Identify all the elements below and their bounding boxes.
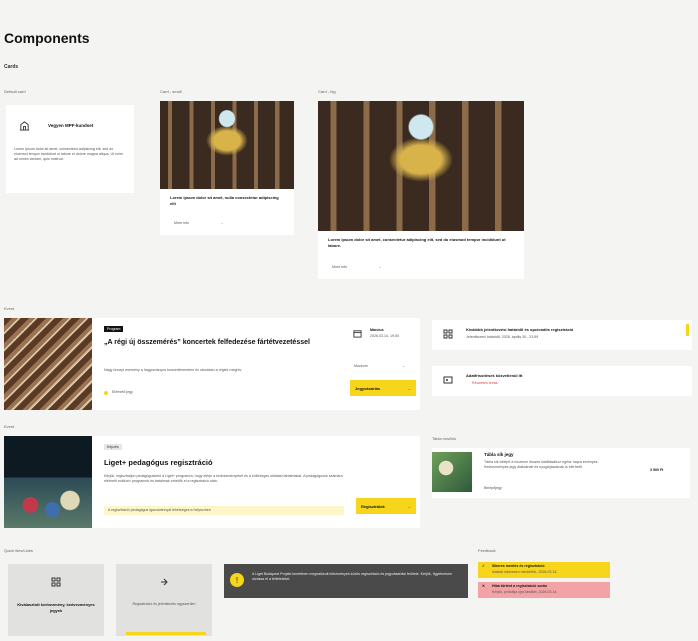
event2-tag: Képzés <box>104 444 122 450</box>
building-icon <box>18 119 30 131</box>
default-card-body: Lorem ipsum dolor sit amet, consectetur … <box>14 147 123 161</box>
row-link-price: 3 500 Ft <box>650 468 664 472</box>
section-quick: Quick tiles/Links <box>4 548 33 553</box>
image-icon <box>442 374 454 386</box>
event-date-label: Március <box>370 328 384 332</box>
arrow-right-icon[interactable]: → <box>378 265 382 270</box>
small-card-label: Card - small <box>160 89 182 94</box>
info-icon: ! <box>230 573 244 587</box>
page-title: Components <box>4 30 90 46</box>
small-card-more-link[interactable]: More info <box>174 221 189 226</box>
row-item-1[interactable]: Kiválóbb jelentkezési határidő és opcion… <box>432 320 692 350</box>
event2-desc: Kérjük, regisztráljon pedagógusként a Li… <box>104 474 343 483</box>
default-card-title: Vegyen MPF-kundset <box>48 123 94 128</box>
buy-ticket-button[interactable]: Jegyvásárlás → <box>350 380 416 396</box>
grid-icon <box>442 328 454 340</box>
arrow-right-icon[interactable]: → <box>220 221 224 226</box>
status-dot <box>104 391 108 395</box>
row-item-2[interactable]: Adatfrissítések közvetlenül itt Részlete… <box>432 366 692 396</box>
row-link-title[interactable]: Tábla sík jegy <box>484 452 514 457</box>
quick-tile-2-label: Regisztráció és jelentkezés egyszerűen <box>132 602 196 606</box>
error-message: ✕ Hiba történt a regisztráció során Kérj… <box>478 582 610 598</box>
default-card[interactable]: Vegyen MPF-kundset Lorem ipsum dolor sit… <box>6 105 134 193</box>
success-sub: Adatait sikeresen mentettük, 2026.03.14. <box>492 570 558 574</box>
arrow-right-icon: → <box>407 385 411 391</box>
row1-accent-marker <box>686 324 689 336</box>
architecture-image <box>4 318 92 410</box>
event-status: Elérhető jegy <box>112 390 133 394</box>
section-feedback: Feedback <box>478 548 496 553</box>
event-card-2[interactable]: Képzés Liget+ pedagógus regisztráció Kér… <box>4 436 420 528</box>
buy-ticket-label: Jegyvásárlás <box>355 385 381 391</box>
register-label: Regisztrálok <box>361 503 385 509</box>
big-card-label: Card - big <box>318 89 336 94</box>
big-card-more-link[interactable]: More info <box>332 265 347 270</box>
active-indicator <box>126 632 206 635</box>
event-venue: Múzeum <box>354 364 368 368</box>
event-desc: Nagy ünnepi esemény a hagyományos koncer… <box>104 368 242 372</box>
success-title: Sikeres mentés és regisztráció <box>492 564 545 568</box>
chevron-down-icon[interactable]: ⌄ <box>402 364 405 369</box>
row-link-meta: Belépőjegy <box>484 486 502 490</box>
row1-title: Kiválóbb jelentkezési határidő és opcion… <box>466 327 574 332</box>
info-banner: ! A Liget Budapest Projekt keretében meg… <box>224 564 468 598</box>
row2-sub[interactable]: Részletes leírás <box>472 381 498 386</box>
event-card-1[interactable]: Program „A régi új összemérés” koncertek… <box>4 318 420 410</box>
quick-tile-2[interactable]: Regisztráció és jelentkezés egyszerűen <box>116 564 212 636</box>
section-row-link: Tabla row/link <box>432 436 457 441</box>
row1-sub: Jelentkezési határidő: 2026. április 30.… <box>466 335 539 339</box>
row-link-card[interactable]: Tábla sík jegy Tábla sík belépő a múzeum… <box>432 448 690 498</box>
event-date-value: 2026.03.14, 19:00 <box>370 334 399 338</box>
section-event-2: Event <box>4 424 15 429</box>
event-title[interactable]: „A régi új összemérés” koncertek felfede… <box>104 338 324 347</box>
grid-icon <box>50 576 62 588</box>
arrow-right-icon: → <box>407 503 411 509</box>
event-tag: Program <box>104 326 124 332</box>
row-link-desc: Tábla sík belépő a múzeum összes kiállít… <box>484 460 599 469</box>
event2-note: A regisztráció pedagógus igazolvánnyal l… <box>104 506 344 515</box>
church-interior-image-large <box>318 101 524 231</box>
default-card-label: Default card <box>4 89 26 94</box>
row2-title: Adatfrissítések közvetlenül itt <box>466 373 523 378</box>
banner-text: A Liget Budapest Projekt keretében megva… <box>252 572 452 581</box>
product-thumbnail <box>432 452 472 492</box>
arrows-icon <box>158 576 170 588</box>
section-cards: Cards <box>4 64 19 70</box>
calendar-icon <box>352 328 362 338</box>
workshop-image <box>4 436 92 528</box>
error-icon: ✕ <box>482 584 486 588</box>
section-event: Event <box>4 306 15 311</box>
small-card[interactable]: Lorem ipsum dolor sit amet, nulla consec… <box>160 101 294 235</box>
error-sub: Kérjük, próbálja újra később, 2026.03.14… <box>492 590 558 594</box>
success-message: ✓ Sikeres mentés és regisztráció Adatait… <box>478 562 610 578</box>
quick-tile-1[interactable]: Kiválasztott kedvezmény, kedvezményes je… <box>8 564 104 636</box>
register-button[interactable]: Regisztrálok → <box>356 498 416 514</box>
event2-title[interactable]: Liget+ pedagógus regisztráció <box>104 458 213 467</box>
error-title: Hiba történt a regisztráció során <box>492 584 548 588</box>
church-interior-image <box>160 101 294 189</box>
big-card-title: Lorem ipsum dolor sit amet, consectetur … <box>328 237 506 248</box>
quick-tile-1-label: Kiválasztott kedvezmény, kedvezményes je… <box>17 602 95 613</box>
big-card[interactable]: Lorem ipsum dolor sit amet, consectetur … <box>318 101 524 279</box>
small-card-title: Lorem ipsum dolor sit amet, nulla consec… <box>170 195 279 206</box>
check-icon: ✓ <box>482 564 486 568</box>
